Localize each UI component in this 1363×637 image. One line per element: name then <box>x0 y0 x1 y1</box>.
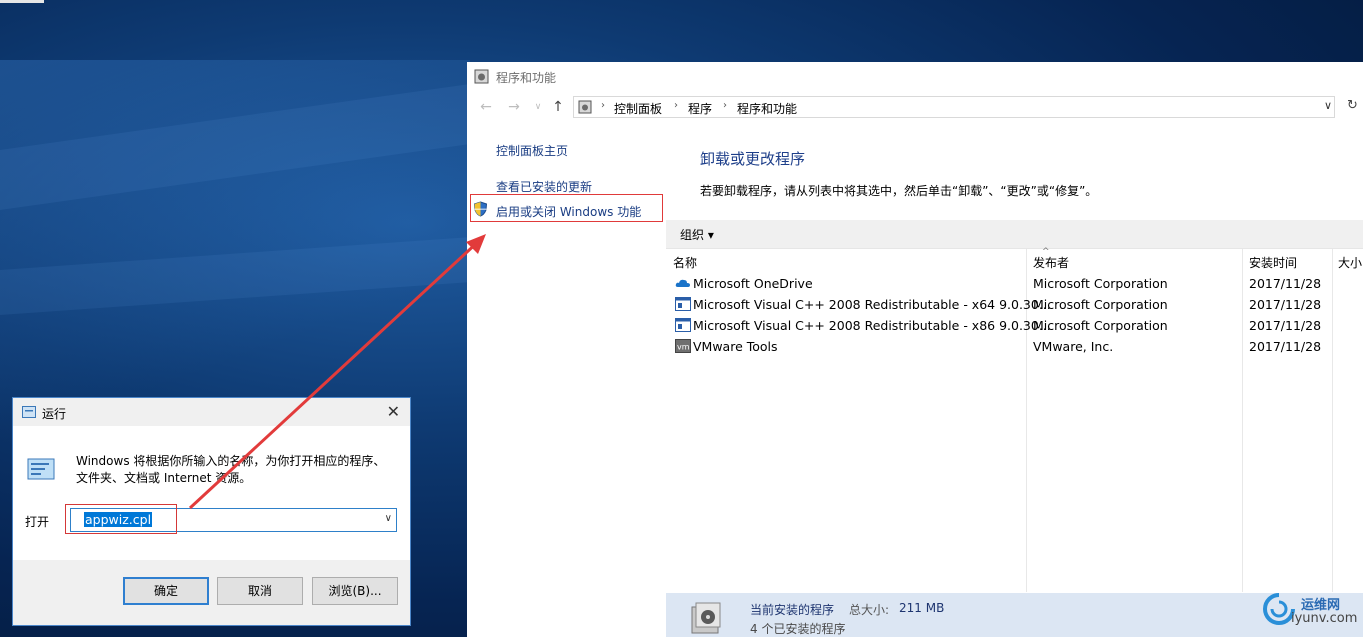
program-name: Microsoft Visual C++ 2008 Redistributabl… <box>693 297 1051 312</box>
control-panel-icon <box>578 100 592 114</box>
refresh-icon[interactable]: ↻ <box>1347 98 1358 113</box>
program-install-date: 2017/11/28 <box>1249 297 1322 312</box>
programs-and-features-window: 程序和功能 ← → ∨ ↑ › 控制面板 › 程序 › 程序和功能 ∨ ↻ 控制… <box>467 62 1363 637</box>
svg-text:vm: vm <box>677 343 690 352</box>
watermark: 运维网 iyunv.com <box>1255 590 1363 637</box>
control-panel-home-link[interactable]: 控制面板主页 <box>496 142 568 159</box>
page-instructions: 若要卸载程序，请从列表中将其选中，然后单击“卸载”、“更改”或“修复”。 <box>700 184 1098 198</box>
program-row[interactable]: Microsoft OneDrive Microsoft Corporation… <box>666 273 1363 294</box>
recent-locations-chevron-icon[interactable]: ∨ <box>529 98 547 116</box>
chevron-down-icon[interactable]: ∨ <box>385 513 392 524</box>
breadcrumb-separator-icon: › <box>601 100 605 111</box>
vmware-icon: vm <box>675 339 691 353</box>
program-name: Microsoft OneDrive <box>693 276 813 291</box>
dialog-content-area <box>13 426 410 560</box>
total-size-value: 211 MB <box>899 601 945 615</box>
breadcrumb-programs-features[interactable]: 程序和功能 <box>737 100 797 117</box>
page-heading: 卸载或更改程序 <box>700 150 806 168</box>
cancel-button[interactable]: 取消 <box>217 577 303 605</box>
program-row[interactable]: Microsoft Visual C++ 2008 Redistributabl… <box>666 294 1363 315</box>
up-arrow-icon[interactable]: ↑ <box>549 98 567 116</box>
installer-icon <box>675 318 691 332</box>
run-app-icon <box>27 458 55 480</box>
program-install-date: 2017/11/28 <box>1249 339 1322 354</box>
program-publisher: Microsoft Corporation <box>1033 297 1168 312</box>
programs-icon <box>474 69 489 84</box>
annotation-highlight-box <box>65 504 177 534</box>
column-header-installed-on[interactable]: 安装时间 <box>1249 254 1297 271</box>
address-bar[interactable]: › 控制面板 › 程序 › 程序和功能 ∨ <box>573 96 1335 118</box>
window-title: 程序和功能 <box>496 71 557 85</box>
status-title: 当前安装的程序 <box>750 603 835 617</box>
breadcrumb-control-panel[interactable]: 控制面板 <box>614 100 662 117</box>
program-install-date: 2017/11/28 <box>1249 276 1322 291</box>
program-row[interactable]: Microsoft Visual C++ 2008 Redistributabl… <box>666 315 1363 336</box>
close-icon[interactable]: ✕ <box>387 402 400 421</box>
desktop-icon-label <box>0 0 44 3</box>
installed-programs-icon <box>691 602 721 634</box>
installed-count: 4 个已安装的程序 <box>750 622 846 636</box>
program-install-date: 2017/11/28 <box>1249 318 1322 333</box>
run-dialog: 运行 ✕ Windows 将根据你所输入的名称，为你打开相应的程序、文件夹、文档… <box>12 397 411 626</box>
address-dropdown-icon[interactable]: ∨ <box>1324 99 1332 112</box>
program-publisher: Microsoft Corporation <box>1033 276 1168 291</box>
onedrive-icon <box>675 279 690 287</box>
program-name: Microsoft Visual C++ 2008 Redistributabl… <box>693 318 1051 333</box>
breadcrumb-programs[interactable]: 程序 <box>688 100 712 117</box>
browse-button[interactable]: 浏览(B)... <box>312 577 398 605</box>
ok-button[interactable]: 确定 <box>123 577 209 605</box>
window-titlebar[interactable]: 程序和功能 <box>467 62 1363 92</box>
column-header-name[interactable]: 名称 <box>673 254 697 271</box>
organize-menu-button[interactable]: 组织 ▾ <box>680 226 714 243</box>
annotation-highlight-box <box>470 194 663 222</box>
left-task-pane: 控制面板主页 查看已安装的更新 启用或关闭 Windows 功能 <box>467 122 665 637</box>
run-icon <box>22 406 36 418</box>
program-publisher: VMware, Inc. <box>1033 339 1114 354</box>
program-publisher: Microsoft Corporation <box>1033 318 1168 333</box>
open-label: 打开 <box>25 515 50 529</box>
program-name: VMware Tools <box>693 339 778 354</box>
column-header-size[interactable]: 大小 <box>1338 254 1362 271</box>
breadcrumb-separator-icon: › <box>674 100 678 111</box>
program-row[interactable]: vm VMware Tools VMware, Inc. 2017/11/28 <box>666 336 1363 357</box>
breadcrumb-separator-icon: › <box>723 100 727 111</box>
dialog-title: 运行 <box>42 407 67 421</box>
total-size-label: 总大小: <box>849 603 890 617</box>
column-header-publisher[interactable]: 发布者 <box>1033 254 1069 271</box>
installer-icon <box>675 297 691 311</box>
command-toolbar: 组织 ▾ <box>666 220 1363 249</box>
watermark-url: iyunv.com <box>1291 611 1358 626</box>
view-installed-updates-link[interactable]: 查看已安装的更新 <box>496 178 592 195</box>
column-header-row: ^ 名称 发布者 安装时间 大小 <box>666 247 1363 273</box>
back-arrow-icon[interactable]: ← <box>477 98 495 116</box>
dialog-description: Windows 将根据你所输入的名称，为你打开相应的程序、文件夹、文档或 Int… <box>76 454 386 485</box>
forward-arrow-icon[interactable]: → <box>505 98 523 116</box>
